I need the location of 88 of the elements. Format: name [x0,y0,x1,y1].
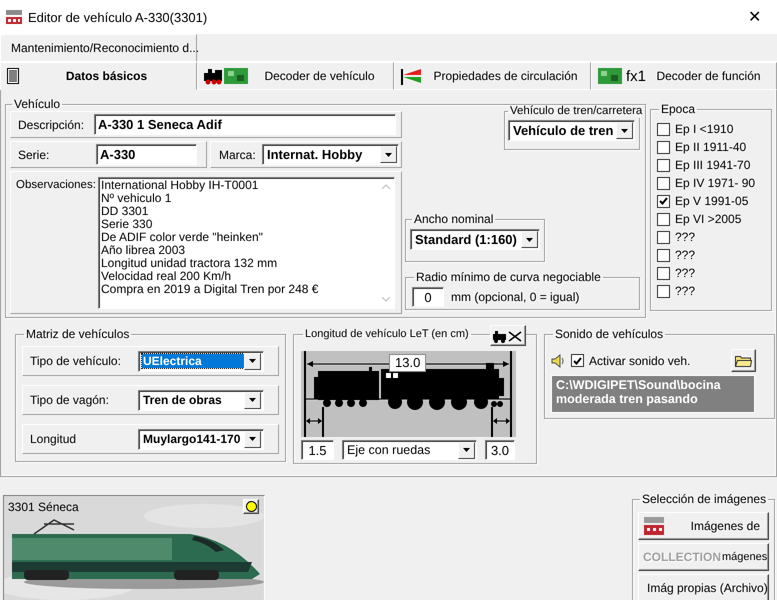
checkbox[interactable]: Ep IV 1971- 90 [657,174,765,192]
signal-icon [401,67,423,85]
field-label: Tipo de vehículo: [29,354,121,368]
dropdown[interactable]: Standard (1:160) [410,229,540,250]
note-line: International Hobby IH-T0001 [101,179,260,192]
caret-icon [458,442,475,458]
input-field[interactable]: A-330 1 Seneca Adif [94,114,396,135]
input-field[interactable]: A-330 [96,144,197,165]
note-line: De ADIF color verde "heinken" [101,231,264,244]
checkbox[interactable]: ??? [657,282,765,300]
caret-icon [244,392,261,408]
note-line: Velocidad real 200 Km/h [101,270,232,283]
dropdown[interactable]: Muylargo141-170 [138,428,264,450]
window-title: Editor de vehículo A-330(3301) [28,10,208,24]
tab[interactable]: Decoder de vehículo [197,62,394,90]
caret-icon [521,231,538,248]
note-line: Longitud unidad tractora 132 mm [101,257,278,270]
input-field[interactable]: 1.5 [301,440,334,460]
input-field[interactable]: 0 [412,287,444,307]
group-title: Selección de imágenes [641,492,768,506]
checkmark-icon [573,356,582,364]
checkbox[interactable]: Ep V 1991-05 [657,192,765,210]
note-line: Año librea 2003 [101,244,186,257]
checkbox[interactable]: ??? [657,228,765,246]
checkbox[interactable]: Ep III 1941-70 [657,156,765,174]
group-title: Ancho nominal [413,212,494,226]
image-source-button[interactable]: Imág propias (Archivo) [638,574,769,600]
text-area[interactable] [98,177,395,309]
note-line: Compra en 2019 a Digital Tren por 248 € [101,283,320,296]
dropdown[interactable]: Eje con ruedas [342,440,477,460]
checkbox[interactable]: Ep VI >2005 [657,210,765,228]
dropdown[interactable]: Vehículo de tren [508,120,635,141]
boundary-line [322,407,324,437]
close-button[interactable]: ✕ [742,5,767,29]
image-source-button[interactable]: COLLECTIONmágenes [638,543,769,571]
field-label: Serie: [17,148,50,162]
overhang-arrow [493,418,510,424]
field-label: Descripción: [17,118,86,132]
circuit-board-icon [598,68,622,84]
checkmark-icon [659,197,668,205]
field-label: Tipo de vagón: [29,393,109,407]
tab[interactable]: fx1 Decoder de función [591,62,777,90]
group-title: Epoca [660,102,696,116]
group-title: Vehículo de tren/carretera [509,104,644,118]
checkbox[interactable]: Activar sonido veh. [571,354,690,368]
checkbox[interactable]: Ep I <1910 [657,120,765,138]
document-icon [7,68,19,84]
caret-icon [244,430,261,448]
field-label: Observaciones: [15,179,97,191]
group-title: Vehículo [13,97,62,111]
group-title: Longitud de vehículo LeT (en cm) [304,327,470,341]
note-line: Serie 330 [101,218,154,231]
dropdown[interactable]: Internat. Hobby [262,144,399,165]
dropdown[interactable]: Tren de obras [138,390,264,410]
app-logo-icon [5,9,23,25]
file-path-display: C:\WDIGIPET\Sound\bocina moderada tren pasando [551,375,755,413]
tab[interactable]: Datos básicos [0,62,197,90]
overhang-arrow [306,418,322,424]
group-title: Sonido de vehículos [554,327,664,341]
group-title: Radio mínimo de curva negociable [415,270,602,284]
unit-hint: mm (opcional, 0 = igual) [451,290,580,304]
note-line: DD 3301 [101,205,150,218]
group-title: Matriz de vehículos [25,327,130,341]
logo-icon [643,516,665,536]
indicator-button[interactable] [243,499,259,514]
browse-button[interactable] [731,349,756,372]
caret-icon [616,122,633,139]
boundary-line [491,407,493,437]
locomotive-cross-icon [492,328,524,342]
locomotive-button[interactable] [490,325,526,346]
checkbox[interactable]: Ep II 1911-40 [657,138,765,156]
circle-icon [246,501,256,512]
note-line: Nº vehiculo 1 [101,192,172,205]
field-label: Marca: [218,148,257,162]
checkbox[interactable]: ??? [657,264,765,282]
locomotive-board-icon [204,67,248,85]
dropdown[interactable]: UElectrica [138,350,264,372]
caret-icon [380,146,397,163]
image-source-button[interactable]: Imágenes de [638,512,769,540]
field-label: Longitud [29,432,76,446]
caret-icon [244,352,261,370]
picture-caption: 3301 Séneca [8,500,79,514]
length-value: 13.0 [389,354,426,372]
input-field[interactable]: 3.0 [485,440,515,460]
tab[interactable]: Propiedades de circulación [394,62,591,90]
checkbox[interactable]: ??? [657,246,765,264]
folder-icon [735,354,752,367]
speaker-icon [551,354,565,368]
